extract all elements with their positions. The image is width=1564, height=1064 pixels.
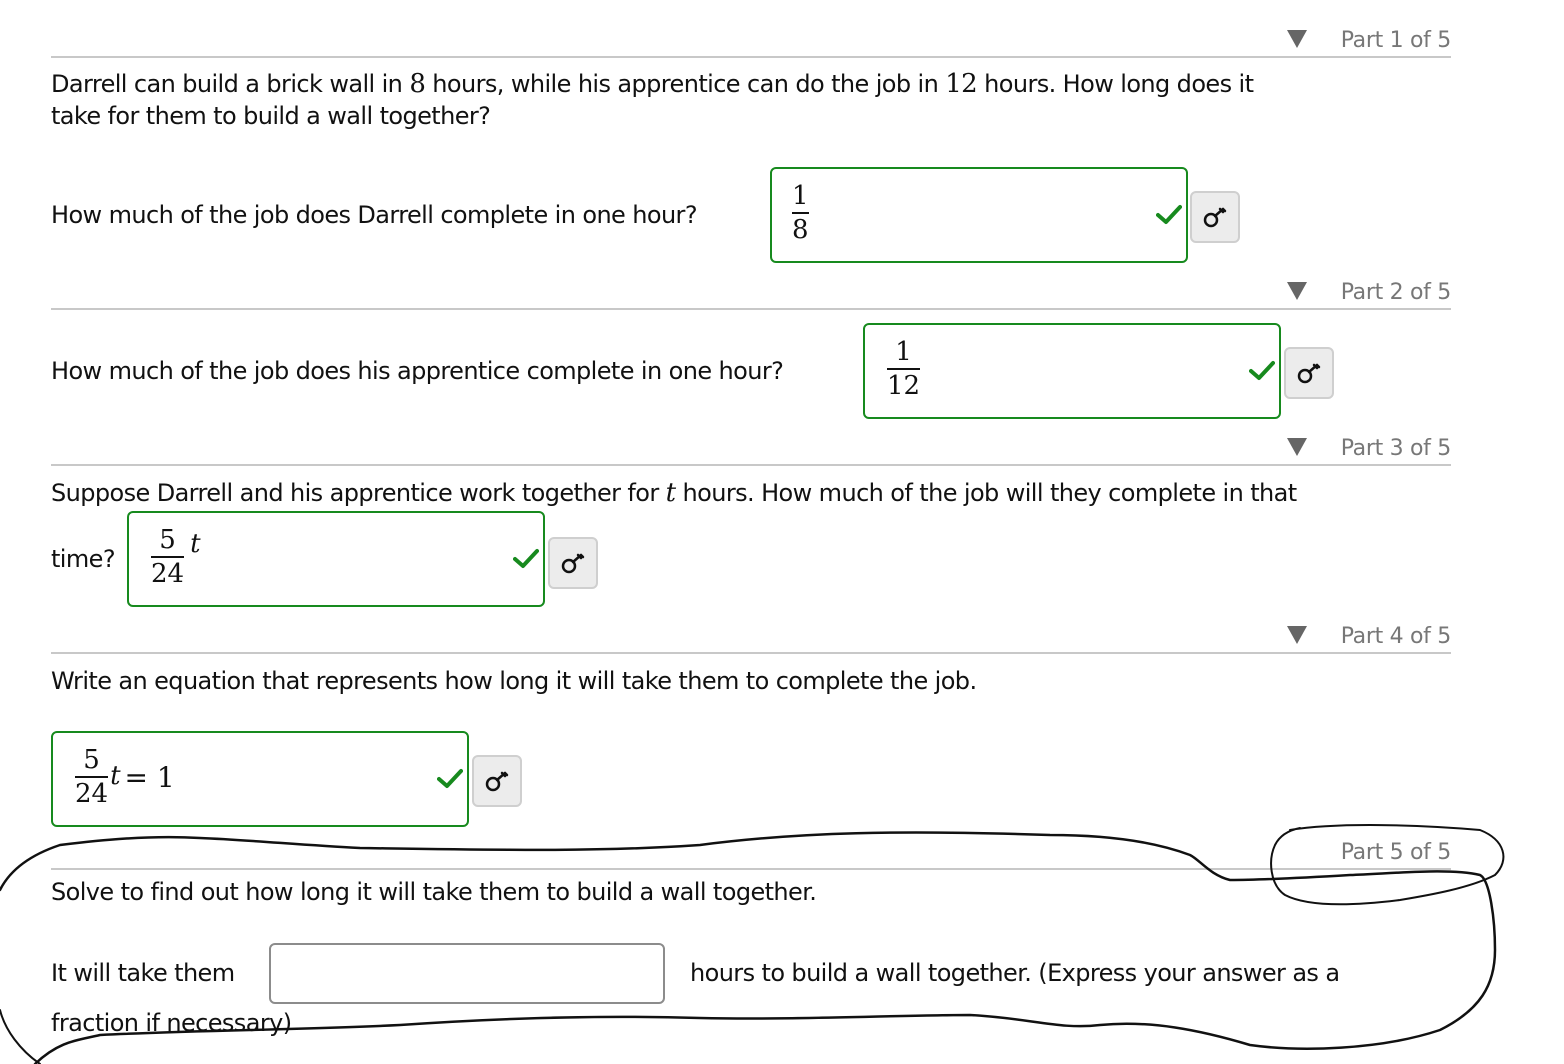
checkmark-icon [513,549,539,568]
math-variable: t [110,761,121,791]
q5-before-text: It will take them [51,959,235,987]
checkmark-icon [1249,361,1275,380]
equation-rest: = 1 [124,760,175,794]
math-number: 12 [945,69,978,99]
q5-after-text-continued: fraction if necessary) [51,1009,292,1037]
q3-prompt-continued: time? [51,545,116,573]
problem-text: hours, while his apprentice can do the j… [425,70,946,98]
problem-text: take for them to build a wall together? [51,102,491,130]
part-2-header: Part 2 of 5 [51,270,1451,310]
numerator: 1 [895,337,912,367]
problem-text: hours. How long does it [977,70,1254,98]
numerator: 5 [159,525,176,555]
part-label: Part 2 of 5 [1340,280,1452,305]
collapse-triangle-icon[interactable] [1287,438,1307,456]
divider [51,464,1451,466]
q2-answer-field[interactable]: 1 12 [863,323,1281,419]
view-answer-key-button[interactable] [1190,191,1240,243]
divider [51,56,1451,58]
part-label: Part 5 of 5 [1340,840,1452,865]
fraction: 1 12 [887,337,921,401]
q4-prompt: Write an equation that represents how lo… [51,667,977,695]
part-label: Part 3 of 5 [1340,436,1452,461]
q4-answer-math: 5 24 t = 1 [75,745,175,809]
part-3-header: Part 3 of 5 [51,426,1451,466]
checkmark-icon [437,769,463,788]
collapse-triangle-icon[interactable] [1287,626,1307,644]
problem-statement: Darrell can build a brick wall in 8 hour… [51,68,1451,132]
divider [51,652,1451,654]
math-variable: t [665,478,676,508]
fraction: 1 8 [792,181,809,245]
q1-answer-field[interactable]: 1 8 [770,167,1188,263]
q5-prompt: Solve to find out how long it will take … [51,878,817,906]
divider [51,868,1451,870]
part-label: Part 1 of 5 [1340,28,1452,53]
key-icon [1297,363,1321,384]
key-icon [485,771,509,792]
key-icon [561,553,585,574]
view-answer-key-button[interactable] [472,755,522,807]
q5-after-text: hours to build a wall together. (Express… [690,959,1340,987]
collapse-triangle-icon[interactable] [1287,30,1307,48]
problem-text: Darrell can build a brick wall in [51,70,410,98]
q3-answer-field[interactable]: 5 24 t [127,511,545,607]
numerator: 1 [792,181,809,211]
q3-answer-math: 5 24 t [151,525,201,589]
part-5-header: Part 5 of 5 [51,830,1451,870]
q4-answer-field[interactable]: 5 24 t = 1 [51,731,469,827]
part-label: Part 4 of 5 [1340,624,1452,649]
fraction-bar [151,556,185,558]
fraction-bar [75,776,109,778]
fraction: 5 24 [151,525,185,589]
denominator: 24 [151,559,185,589]
checkmark-icon [1156,205,1182,224]
numerator: 5 [83,745,100,775]
q1-answer-math: 1 8 [792,181,815,245]
q1-prompt: How much of the job does Darrell complet… [51,201,698,229]
denominator: 8 [792,215,809,245]
prompt-text: hours. How much of the job will they com… [675,479,1298,507]
fraction: 5 24 [75,745,109,809]
view-answer-key-button[interactable] [548,537,598,589]
q3-prompt: Suppose Darrell and his apprentice work … [51,477,1471,509]
denominator: 24 [75,779,109,809]
q2-prompt: How much of the job does his apprentice … [51,357,784,385]
part-1-header: Part 1 of 5 [51,18,1451,58]
view-answer-key-button[interactable] [1284,347,1334,399]
divider [51,308,1451,310]
math-number: 8 [409,69,426,99]
q2-answer-math: 1 12 [887,337,926,401]
fraction-bar [792,212,809,214]
part-4-header: Part 4 of 5 [51,614,1451,654]
denominator: 12 [887,371,921,401]
annotation-left-stroke [0,1009,41,1064]
collapse-triangle-icon[interactable] [1287,282,1307,300]
prompt-text: Suppose Darrell and his apprentice work … [51,479,666,507]
q5-answer-input[interactable] [269,943,665,1004]
math-variable: t [190,529,201,559]
key-icon [1203,207,1227,228]
fraction-bar [887,368,921,370]
